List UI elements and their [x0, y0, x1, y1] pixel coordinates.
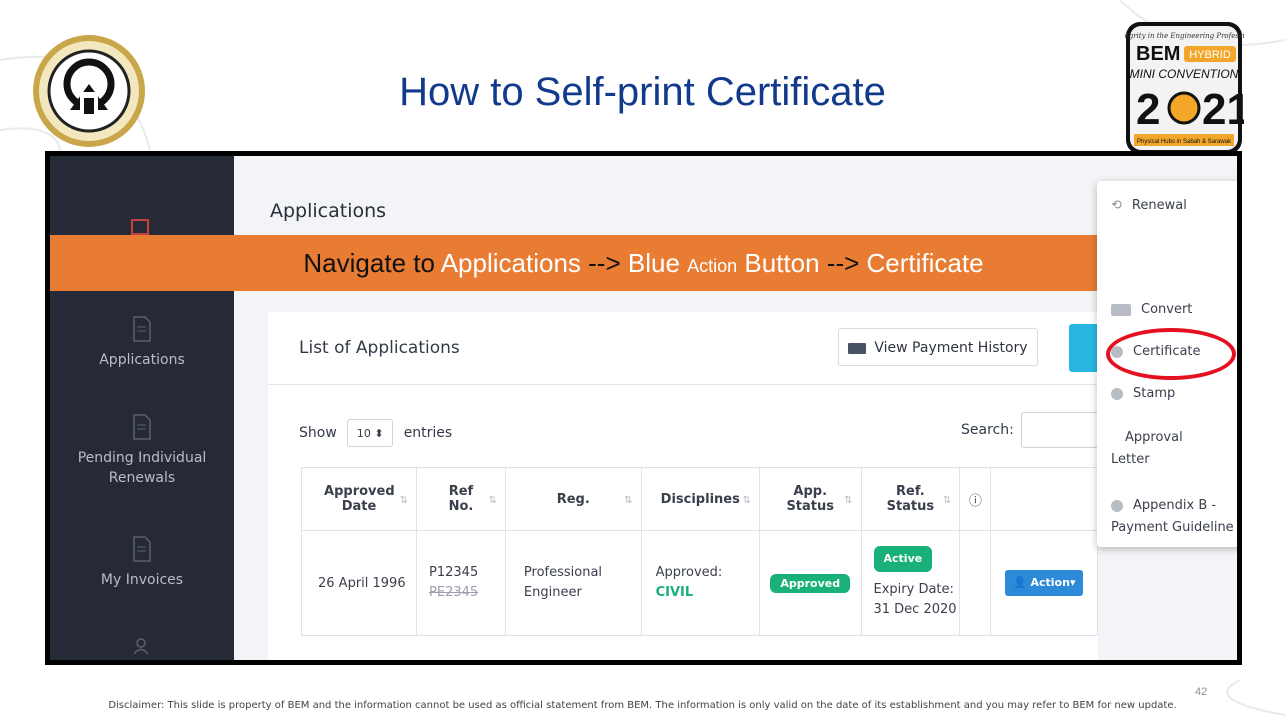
header-app-status[interactable]: App. Status ⇅	[758, 467, 862, 531]
user-icon	[133, 638, 149, 654]
disciplines-label: Approved:	[655, 565, 723, 580]
gear-icon	[1111, 499, 1123, 512]
logo-mini-convention-text: MINI CONVENTION	[1130, 67, 1239, 81]
logo-tagline: Integrity in the Engineering Profession	[1124, 32, 1244, 40]
search-input[interactable]	[1021, 412, 1101, 448]
gear-icon	[1111, 387, 1123, 400]
document-icon	[133, 414, 151, 440]
logo-hybrid-text: HYBRID	[1189, 49, 1231, 61]
page-number: 42	[1195, 686, 1208, 698]
header-reg[interactable]: Reg. ⇅	[504, 467, 642, 531]
card-title: List of Applications	[299, 338, 460, 358]
header-approved-date[interactable]: Approved Date ⇅	[300, 467, 418, 531]
applications-table: Approved Date ⇅ Ref No. ⇅ Reg. ⇅ Discipline…	[300, 467, 1098, 636]
logo-year-21: 21	[1202, 85, 1244, 134]
header-ref-status[interactable]: Ref. Status ⇅	[860, 467, 961, 531]
main-content: Applications List of Applications View P…	[234, 156, 1237, 660]
action-button[interactable]: 👤 Action▾	[1005, 570, 1084, 596]
cell-ref-no: P12345 PE2345	[416, 530, 506, 636]
sidebar-item-pending-renewals[interactable]: Pending Individual Renewals	[50, 414, 234, 488]
slide: How to Self-print Certificate Integrity …	[0, 0, 1285, 721]
menu-item-convert[interactable]: Convert	[1111, 299, 1192, 321]
ref-no-current: P12345	[429, 565, 479, 580]
header-ref-no[interactable]: Ref No. ⇅	[416, 467, 506, 531]
card-icon	[848, 342, 867, 354]
instruction-banner: Navigate to Applications --> Blue Action…	[50, 235, 1237, 291]
cell-reg: Professional Engineer	[504, 530, 642, 636]
info-icon: ⓘ	[959, 467, 992, 531]
sidebar-item-label: Pending Individual Renewals	[77, 450, 207, 486]
logo-footer-text: Physical Hubs in Sabah & Sarawak	[1137, 139, 1232, 145]
sidebar-item-my-invoices[interactable]: My Invoices	[50, 536, 234, 590]
view-payment-history-button[interactable]: View Payment History	[838, 328, 1038, 366]
status-badge: Approved	[770, 573, 851, 593]
logo-bem-text: BEM	[1136, 43, 1180, 65]
card-divider	[268, 384, 1098, 385]
page-heading: Applications	[270, 200, 387, 222]
document-icon	[133, 316, 151, 342]
disciplines-value: CIVIL	[655, 585, 694, 600]
card-icon	[1111, 303, 1131, 316]
applications-card: List of Applications View Payment Histor…	[268, 312, 1109, 660]
app-screenshot-frame: Applications Pending Individual Renewals…	[45, 151, 1242, 665]
entries-control: Show 10 ⬍ entries	[299, 419, 452, 447]
disclaimer: Disclaimer: This slide is property of BE…	[108, 700, 1177, 711]
table-row: 26 April 1996 P12345 PE2345 Professional…	[300, 530, 1098, 636]
logo-year-2: 2	[1136, 85, 1160, 134]
cell-approved-date: 26 April 1996	[300, 530, 418, 636]
cell-ref-status: Active Expiry Date: 31 Dec 2020	[860, 530, 961, 636]
cell-info	[959, 530, 992, 636]
slide-title: How to Self-print Certificate	[399, 70, 886, 114]
search-label: Search:	[961, 422, 1014, 438]
cell-disciplines: Approved: CIVIL	[640, 530, 760, 636]
menu-item-renewal[interactable]: ⟲ Renewal	[1111, 195, 1187, 217]
header-disciplines[interactable]: Disciplines ⇅	[640, 467, 760, 531]
expiry-value: 31 Dec 2020	[873, 602, 957, 617]
ref-status-badge: Active	[873, 546, 933, 572]
menu-item-appendix-b[interactable]: Appendix B - Payment Guideline	[1111, 495, 1237, 539]
sidebar-item-label: Applications	[99, 352, 185, 368]
undo-icon: ⟲	[1111, 198, 1122, 213]
calendar-icon	[131, 219, 149, 235]
expiry-label: Expiry Date:	[873, 582, 954, 597]
entries-value: 10	[356, 427, 371, 440]
sidebar-item-applications[interactable]: Applications	[50, 316, 234, 370]
certificate-highlight-circle	[1106, 328, 1236, 380]
menu-item-stamp[interactable]: Stamp	[1111, 383, 1175, 405]
header-actions	[990, 467, 1098, 531]
sidebar-item-label: My Invoices	[100, 572, 184, 588]
table-header-row: Approved Date ⇅ Ref No. ⇅ Reg. ⇅ Discipline…	[300, 467, 1098, 531]
bem-hybrid-mini-convention-2021-logo: Integrity in the Engineering Profession …	[1124, 22, 1244, 154]
cell-actions: 👤 Action▾	[990, 530, 1098, 636]
entries-suffix: entries	[403, 425, 453, 441]
view-payment-history-label: View Payment History	[874, 340, 1028, 356]
cell-app-status: Approved	[758, 530, 862, 636]
entries-select[interactable]: 10 ⬍	[347, 419, 394, 447]
menu-item-approval-letter[interactable]: Approval Letter	[1111, 427, 1201, 471]
document-icon	[133, 536, 151, 562]
show-label: Show	[299, 425, 337, 441]
sidebar: Applications Pending Individual Renewals…	[50, 156, 234, 660]
ref-no-old: PE2345	[429, 585, 479, 600]
